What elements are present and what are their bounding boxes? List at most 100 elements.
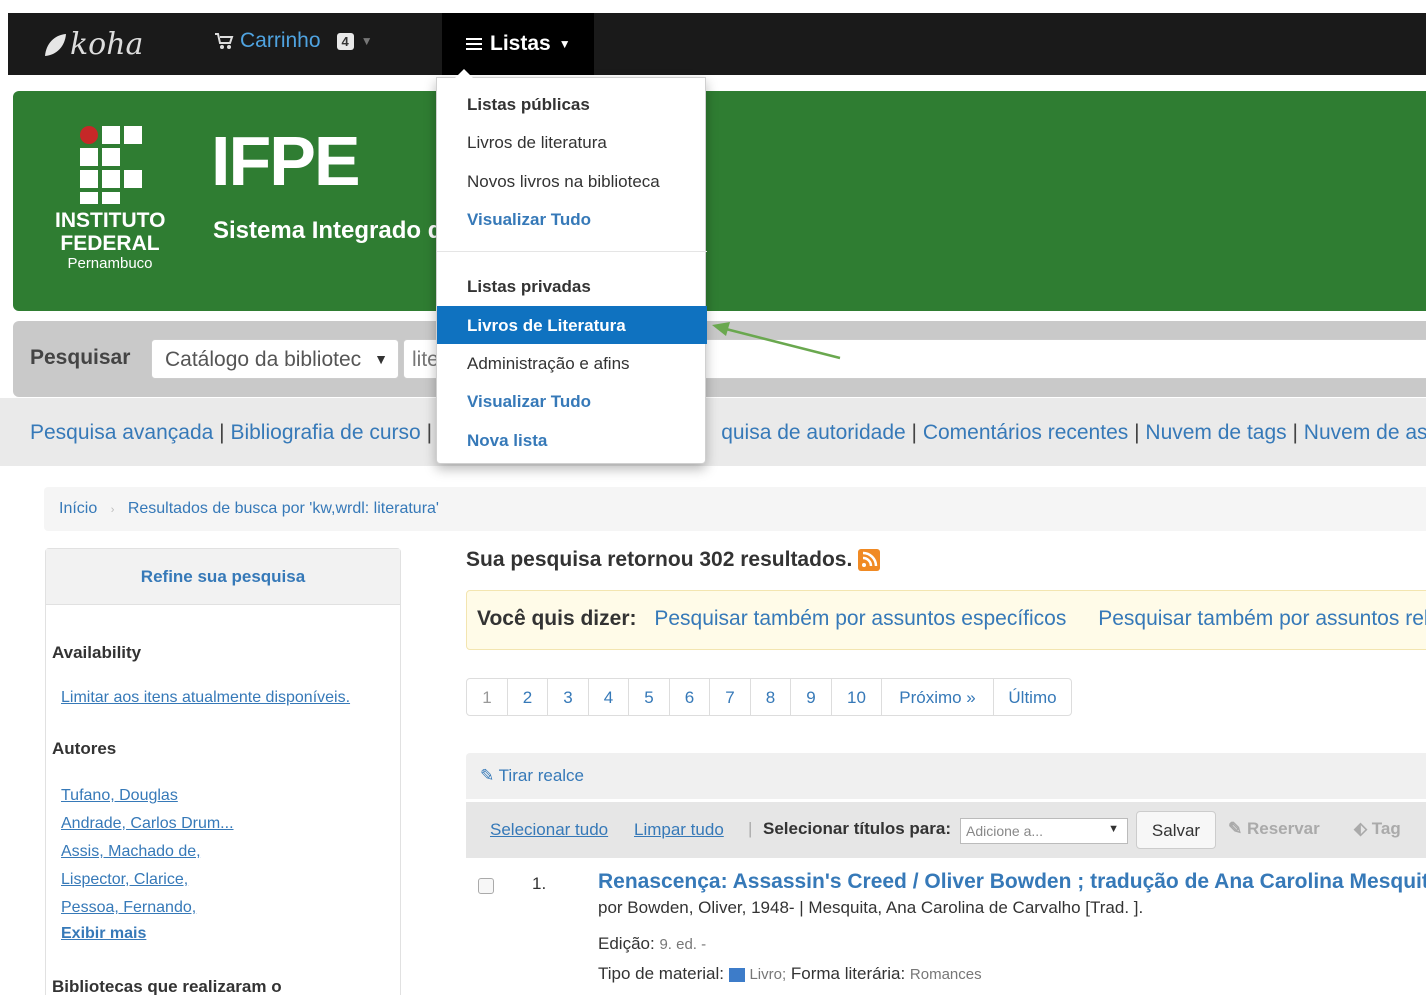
material-type-value: Livro; <box>749 966 787 983</box>
page-1[interactable]: 1 <box>467 679 508 715</box>
did-you-mean-label: Você quis dizer: <box>477 607 637 630</box>
catalog-select[interactable]: Catálogo da bibliotec ▼ <box>151 339 399 379</box>
page-3[interactable]: 3 <box>548 679 589 715</box>
cart-icon <box>215 33 234 49</box>
cart-menu[interactable]: Carrinho 4 ▼ <box>214 29 373 53</box>
author-link[interactable]: Tufano, Douglas <box>61 787 178 805</box>
koha-logo[interactable]: koha <box>42 27 143 62</box>
material-type-label: Tipo de material: <box>598 964 724 983</box>
add-to-select[interactable]: Adicione a... ▼ <box>960 818 1128 844</box>
separator: | <box>1292 421 1304 444</box>
breadcrumb-home[interactable]: Início <box>59 500 97 517</box>
course-reserves-link[interactable]: Bibliografia de curso <box>230 421 420 444</box>
selection-toolbar: Selecionar tudo Limpar tudo | Selecionar… <box>466 802 1426 858</box>
show-more-authors-link[interactable]: Exibir mais <box>61 925 146 943</box>
new-list-link[interactable]: Nova lista <box>437 421 707 459</box>
institution-line3: Pernambuco <box>67 255 153 272</box>
book-icon <box>728 967 745 982</box>
separator: | <box>219 421 231 444</box>
cart-label: Carrinho <box>240 29 321 52</box>
related-subjects-link[interactable]: Pesquisar também por assuntos relac <box>1098 607 1426 630</box>
separator: | <box>911 421 923 444</box>
more-searches-bar: Pesquisa avançada | Bibliografia de curs… <box>0 398 1426 466</box>
author-link[interactable]: Pessoa, Fernando, <box>61 899 196 917</box>
recent-comments-link[interactable]: Comentários recentes <box>923 421 1128 444</box>
author-link[interactable]: Andrade, Carlos Drum... <box>61 815 234 833</box>
logo-text: koha <box>70 27 144 62</box>
result-material-type: Tipo de material: Livro; Forma literária… <box>598 964 982 984</box>
ifpe-logo-icon <box>80 126 142 204</box>
refine-panel: Refine sua pesquisa Availability Limitar… <box>45 548 401 995</box>
result-number: 1. <box>532 874 547 893</box>
tag-cloud-link[interactable]: Nuvem de tags <box>1145 421 1286 444</box>
chevron-down-icon: ▼ <box>360 34 373 48</box>
save-button[interactable]: Salvar <box>1136 811 1216 849</box>
availability-link[interactable]: Limitar aos itens atualmente disponíveis… <box>61 689 350 707</box>
next-page-link[interactable]: Próximo » <box>882 679 994 715</box>
did-you-mean-box: Você quis dizer: Pesquisar também por as… <box>466 590 1426 650</box>
public-view-all-link[interactable]: Visualizar Tudo <box>437 200 707 238</box>
rss-icon[interactable] <box>858 549 881 571</box>
page-4[interactable]: 4 <box>589 679 629 715</box>
breadcrumb-current[interactable]: Resultados de busca por 'kw,wrdl: litera… <box>128 500 439 517</box>
select-arrow-icon: ▼ <box>1108 823 1119 835</box>
private-list-item[interactable]: Administração e afins <box>437 344 707 382</box>
breadcrumb: Início › Resultados de busca por 'kw,wrd… <box>44 487 1426 531</box>
unhighlight-bar: ✎ Tirar realce <box>466 753 1426 799</box>
results-count: Sua pesquisa retornou 302 resultados. <box>466 548 881 572</box>
result-edition: Edição: 9. ed. - <box>598 934 706 954</box>
pagination: 1 2 3 4 5 6 7 8 9 10 Próximo » Último <box>466 678 1072 716</box>
cart-count-badge: 4 <box>336 32 354 50</box>
select-all-link[interactable]: Selecionar tudo <box>490 820 608 840</box>
chevron-right-icon: › <box>110 504 115 516</box>
page-6[interactable]: 6 <box>670 679 710 715</box>
literary-form-label: Forma literária: <box>790 964 906 983</box>
page-10[interactable]: 10 <box>832 679 882 715</box>
unhighlight-link[interactable]: Tirar realce <box>499 766 584 785</box>
authors-heading: Autores <box>52 739 117 758</box>
library-banner: INSTITUTO FEDERAL Pernambuco IFPE Sistem… <box>13 91 1426 311</box>
page-5[interactable]: 5 <box>629 679 670 715</box>
page-7[interactable]: 7 <box>710 679 751 715</box>
reserve-button[interactable]: ✎ Reservar <box>1228 819 1320 839</box>
dropdown-caret <box>455 69 473 78</box>
literary-form-value: Romances <box>909 966 982 983</box>
specific-subjects-link[interactable]: Pesquisar também por assuntos específico… <box>654 607 1066 630</box>
edition-value: 9. ed. - <box>659 936 707 953</box>
author-link[interactable]: Assis, Machado de, <box>61 843 201 861</box>
refine-title: Refine sua pesquisa <box>46 549 400 605</box>
tag-button[interactable]: ⬖ Tag <box>1354 819 1401 839</box>
result-title-link[interactable]: Renascença: Assassin's Creed / Oliver Bo… <box>598 870 1426 894</box>
page-2[interactable]: 2 <box>508 679 548 715</box>
result-author: por Bowden, Oliver, 1948- | Mesquita, An… <box>598 898 1144 917</box>
annotation-arrow-icon <box>712 322 841 360</box>
banner-subtitle: Sistema Integrado d <box>213 217 443 244</box>
select-titles-label: Selecionar títulos para: <box>763 819 951 838</box>
institution-line1: INSTITUTO <box>55 209 166 232</box>
reserve-label: Reservar <box>1246 819 1320 838</box>
page-9[interactable]: 9 <box>791 679 832 715</box>
private-list-item-active[interactable]: Livros de Literatura <box>437 306 707 344</box>
main-content: Início › Resultados de busca por 'kw,wrd… <box>13 473 1426 995</box>
lists-dropdown-menu: Listas públicas Livros de literatura Nov… <box>436 69 707 464</box>
pencil-icon: ✎ <box>480 766 495 785</box>
institution-name: INSTITUTO FEDERAL Pernambuco <box>55 209 165 272</box>
result-checkbox[interactable] <box>478 878 494 894</box>
private-view-all-link[interactable]: Visualizar Tudo <box>437 382 707 420</box>
author-link[interactable]: Lispector, Clarice, <box>61 871 188 889</box>
clear-all-link[interactable]: Limpar tudo <box>634 820 724 840</box>
authority-search-link[interactable]: quisa de autoridade <box>721 421 905 444</box>
lists-menu-button[interactable]: Listas ▼ <box>442 13 594 75</box>
last-page-link[interactable]: Último <box>994 679 1071 715</box>
public-list-item[interactable]: Novos livros na biblioteca <box>437 162 707 200</box>
subject-cloud-link[interactable]: Nuvem de assu <box>1304 421 1426 444</box>
page-8[interactable]: 8 <box>751 679 791 715</box>
edition-label: Edição: <box>598 934 655 953</box>
public-list-item[interactable]: Livros de literatura <box>437 123 707 161</box>
libraries-heading: Bibliotecas que realizaram o <box>52 977 282 995</box>
availability-heading: Availability <box>52 643 142 662</box>
advanced-search-link[interactable]: Pesquisa avançada <box>30 421 213 444</box>
public-lists-heading: Listas públicas <box>467 95 590 114</box>
reserve-icon: ✎ <box>1228 819 1247 838</box>
separator: | <box>1134 421 1146 444</box>
